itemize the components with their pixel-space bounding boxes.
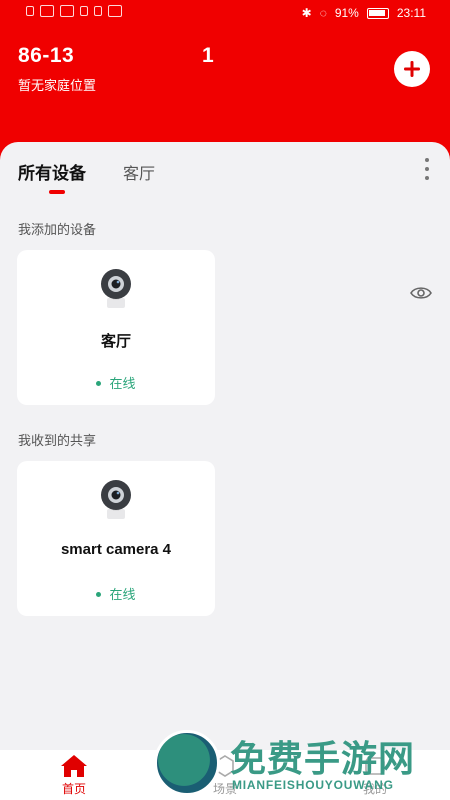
- section-title-shared: 我收到的共享: [18, 433, 97, 448]
- tab-all-devices[interactable]: 所有设备: [18, 159, 86, 184]
- add-device-button[interactable]: [394, 51, 430, 87]
- watermark-title: 免费手游网: [230, 739, 416, 780]
- device-status-text: 在线: [109, 587, 136, 602]
- device-name: smart camera 4: [60, 541, 172, 558]
- home-icon: [61, 755, 87, 777]
- device-status: 在线: [17, 373, 215, 392]
- camera-icon: [101, 269, 131, 308]
- sim-icon: [26, 6, 34, 16]
- device-panel: 所有设备 客厅 我添加的设备 客厅 在线 我收到的共享 smart camera…: [0, 142, 450, 800]
- status-icons-left: [26, 5, 122, 17]
- device-status: 在线: [17, 584, 215, 603]
- home-count: 1: [202, 44, 214, 67]
- device-card-living-room[interactable]: 客厅 在线: [17, 250, 215, 405]
- tab-home-label: 首页: [61, 782, 86, 796]
- status-icons-right: ✱ ◌ 91% 23:11: [302, 6, 426, 20]
- more-dot-icon: [425, 167, 429, 171]
- signal-icon: [40, 5, 54, 17]
- watermark: 免费手游网 MIANFEISHOUYOUWANG: [152, 728, 450, 800]
- status-bar: ✱ ◌ 91% 23:11: [0, 0, 450, 28]
- more-options-button[interactable]: [420, 158, 434, 180]
- signal-icon: [60, 5, 74, 17]
- alarm-icon: [94, 6, 102, 16]
- online-dot-icon: [96, 381, 102, 387]
- home-id[interactable]: 86-13: [18, 44, 74, 68]
- camera-icon: [101, 480, 131, 519]
- watermark-logo-icon: [154, 730, 220, 796]
- more-dot-icon: [425, 158, 429, 162]
- tab-home[interactable]: 首页: [34, 750, 114, 800]
- nfc-icon: [80, 6, 88, 16]
- vibrate-icon: ◌: [319, 6, 327, 20]
- bluetooth-icon: ✱: [301, 6, 312, 20]
- online-dot-icon: [96, 592, 102, 598]
- section-title-added: 我添加的设备: [18, 222, 97, 237]
- device-card-smart-camera[interactable]: smart camera 4 在线: [17, 461, 215, 616]
- plus-icon: [404, 61, 420, 77]
- device-status-text: 在线: [109, 376, 136, 391]
- eye-icon[interactable]: [410, 285, 432, 301]
- notification-icon: [108, 5, 122, 17]
- battery-percent: 91%: [334, 6, 359, 20]
- more-dot-icon: [425, 176, 429, 180]
- home-location[interactable]: 暂无家庭位置: [18, 75, 96, 94]
- clock-time: 23:11: [396, 6, 426, 20]
- tab-living-room[interactable]: 客厅: [123, 160, 155, 184]
- device-name: 客厅: [100, 333, 131, 350]
- battery-icon: [366, 7, 389, 19]
- tab-indicator: [49, 190, 65, 194]
- watermark-subtitle: MIANFEISHOUYOUWANG: [232, 778, 394, 792]
